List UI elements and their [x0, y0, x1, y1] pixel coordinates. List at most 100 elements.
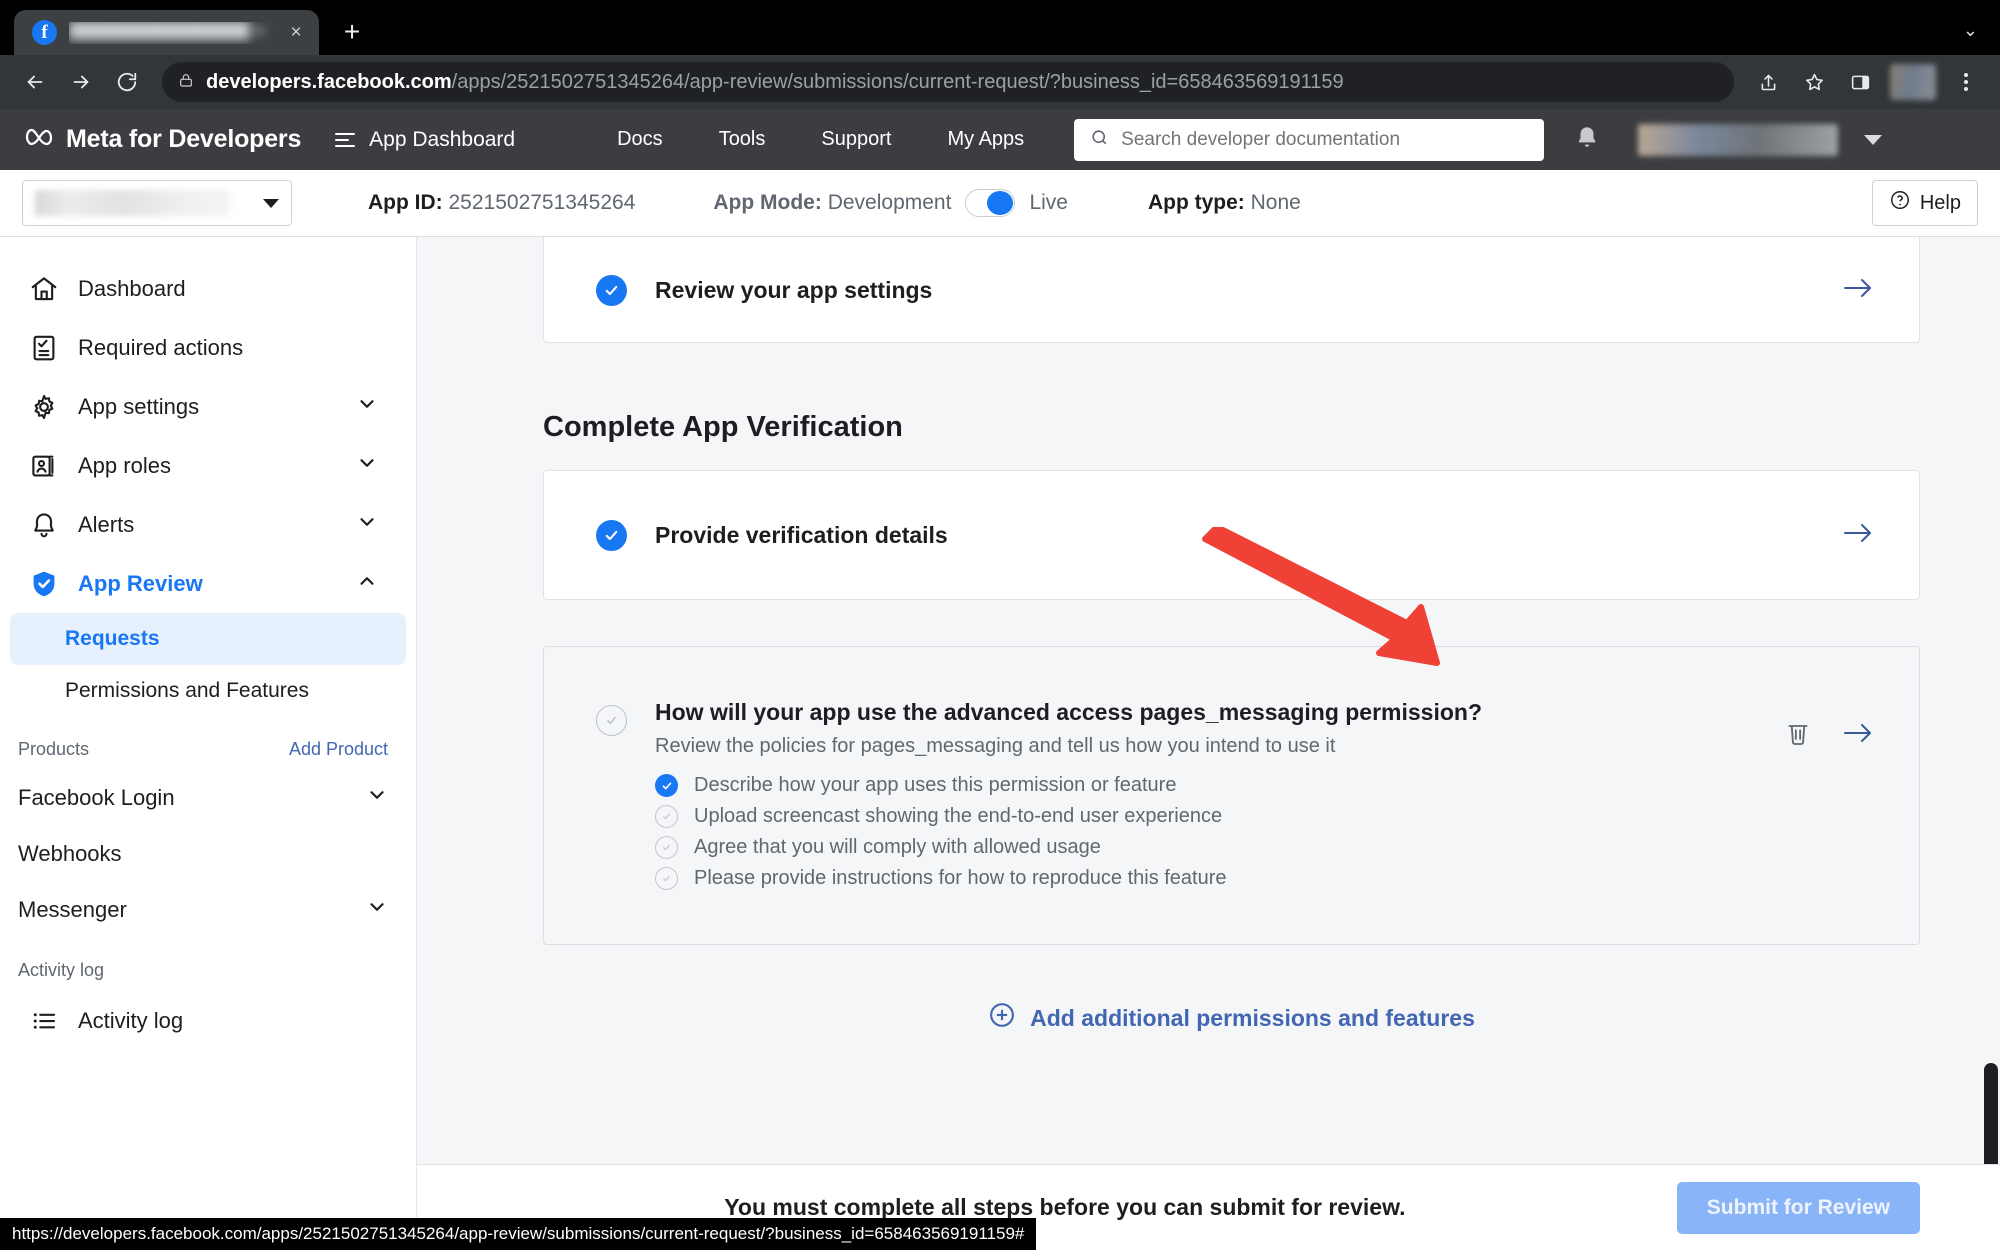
sidebar-product-webhooks[interactable]: Webhooks: [0, 826, 416, 882]
card-row[interactable]: Review your app settings: [544, 237, 1919, 342]
notifications-bell-icon[interactable]: [1574, 124, 1600, 155]
lock-icon: [178, 72, 194, 93]
card-row[interactable]: Provide verification details: [544, 471, 1919, 599]
address-bar[interactable]: developers.facebook.com/apps/25215027513…: [162, 62, 1734, 102]
app-id-label: App ID:: [368, 191, 443, 214]
meta-brand-text: Meta for Developers: [66, 125, 302, 153]
toolbar-actions: [1748, 62, 1986, 102]
sidebar-item-activity-log[interactable]: Activity log: [10, 991, 406, 1050]
chevron-down-icon[interactable]: [356, 393, 378, 421]
help-button[interactable]: Help: [1871, 180, 1978, 226]
account-chevron-down-icon[interactable]: [1864, 134, 1883, 145]
app-dashboard-menu[interactable]: App Dashboard: [335, 128, 515, 152]
sidebar-item-dashboard[interactable]: Dashboard: [10, 259, 406, 318]
chevron-down-icon[interactable]: [356, 452, 378, 480]
side-panel-icon[interactable]: [1840, 62, 1880, 102]
add-product-link[interactable]: Add Product: [289, 739, 388, 760]
sidebar-item-required-actions[interactable]: Required actions: [10, 318, 406, 377]
arrow-right-icon[interactable]: [1841, 520, 1875, 551]
trash-icon[interactable]: [1785, 719, 1811, 752]
sidebar-item-app-roles[interactable]: App roles: [10, 436, 406, 495]
app-selector-label: [35, 190, 230, 216]
permission-card-title: How will your app use the advanced acces…: [655, 699, 1483, 725]
arrow-right-icon[interactable]: [1841, 720, 1875, 751]
search-icon: [1090, 128, 1109, 152]
docs-search-box[interactable]: [1074, 118, 1545, 161]
checklist-icon: [28, 332, 60, 364]
search-input[interactable]: [1121, 128, 1529, 151]
arrow-right-icon[interactable]: [1841, 275, 1875, 306]
chevron-down-icon[interactable]: [366, 896, 388, 924]
submit-for-review-button[interactable]: Submit for Review: [1676, 1181, 1920, 1234]
product-label-webhooks: Webhooks: [18, 841, 122, 866]
sidebar-product-facebook-login[interactable]: Facebook Login: [0, 770, 416, 826]
sidebar-subitem-permissions-and-features[interactable]: Permissions and Features: [10, 665, 406, 717]
app-context-bar: App ID: 2521502751345264 App Mode: Devel…: [0, 170, 2000, 237]
provide-verification-details-title: Provide verification details: [655, 521, 948, 548]
bell-icon: [28, 509, 60, 541]
window-minimize-icon[interactable]: ⌄: [1963, 20, 1978, 41]
permission-step-label: Describe how your app uses this permissi…: [694, 774, 1177, 796]
close-tab-icon[interactable]: ×: [283, 20, 309, 46]
nav-docs[interactable]: Docs: [589, 128, 691, 151]
chevron-down-icon[interactable]: [366, 784, 388, 812]
add-additional-permissions-button[interactable]: Add additional permissions and features: [543, 1001, 1920, 1035]
app-type-label: App type:: [1147, 191, 1245, 214]
app-selector-dropdown[interactable]: [22, 180, 292, 226]
url-path: /apps/2521502751345264/app-review/submis…: [451, 70, 1344, 93]
bookmark-star-icon[interactable]: [1794, 62, 1834, 102]
review-app-settings-title: Review your app settings: [655, 276, 933, 303]
app-type-field: App type: None: [1148, 191, 1301, 215]
list-item[interactable]: Describe how your app uses this permissi…: [655, 774, 1875, 797]
footer-note: You must complete all steps before you c…: [724, 1194, 1406, 1220]
check-circle-filled-icon: [596, 519, 627, 551]
nav-tools[interactable]: Tools: [691, 128, 794, 151]
list-item[interactable]: Please provide instructions for how to r…: [655, 867, 1875, 890]
chevron-down-icon[interactable]: [356, 511, 378, 539]
meta-logo[interactable]: Meta for Developers: [22, 125, 301, 154]
new-tab-button[interactable]: +: [331, 11, 373, 53]
reload-button[interactable]: [106, 61, 148, 103]
help-label: Help: [1919, 191, 1961, 214]
app-mode-live-label: Live: [1029, 191, 1068, 214]
sidebar-item-alerts[interactable]: Alerts: [10, 495, 406, 554]
permission-steps-list: Describe how your app uses this permissi…: [655, 774, 1875, 890]
permission-request-card[interactable]: How will your app use the advanced acces…: [543, 646, 1920, 945]
check-circle-filled-icon: [596, 274, 627, 306]
user-account-chip[interactable]: [1638, 123, 1839, 156]
facebook-favicon-icon: f: [32, 20, 57, 45]
sidebar-item-app-review[interactable]: App Review: [10, 554, 406, 613]
forward-button[interactable]: [60, 61, 102, 103]
plus-circle-icon: [988, 1001, 1016, 1035]
sidebar-product-messenger[interactable]: Messenger: [0, 882, 416, 938]
app-mode-toggle[interactable]: [965, 189, 1016, 217]
gear-icon: [28, 391, 60, 423]
check-circle-outline-icon: [655, 805, 678, 828]
app-mode-value: Development: [827, 191, 952, 214]
sidebar-label-alerts: Alerts: [78, 511, 135, 537]
browser-tab[interactable]: f █████████████████ ie ×: [14, 10, 319, 55]
provide-verification-details-card[interactable]: Provide verification details: [543, 470, 1920, 600]
sidebar-subitem-requests[interactable]: Requests: [10, 613, 406, 665]
list-item[interactable]: Agree that you will comply with allowed …: [655, 836, 1875, 859]
permission-step-label: Please provide instructions for how to r…: [694, 867, 1227, 889]
chevron-up-icon[interactable]: [356, 570, 378, 598]
sidebar-item-app-settings[interactable]: App settings: [10, 377, 406, 436]
back-button[interactable]: [14, 61, 56, 103]
check-circle-filled-icon: [655, 774, 678, 797]
review-app-settings-card[interactable]: Review your app settings: [543, 237, 1920, 343]
page-scrollbar-track[interactable]: [1982, 237, 2000, 1250]
app-type-value: None: [1250, 191, 1301, 214]
left-sidebar: Dashboard Required actions App settings: [0, 237, 417, 1250]
chrome-menu-icon[interactable]: [1946, 62, 1986, 102]
nav-support[interactable]: Support: [793, 128, 919, 151]
app-mode-label: App Mode:: [713, 191, 822, 214]
list-item[interactable]: Upload screencast showing the end-to-end…: [655, 805, 1875, 828]
profile-avatar[interactable]: [1890, 64, 1936, 100]
nav-my-apps[interactable]: My Apps: [919, 128, 1052, 151]
url-host: developers.facebook.com: [206, 70, 452, 93]
app-id-field: App ID: 2521502751345264: [368, 191, 635, 215]
page-body: Dashboard Required actions App settings: [0, 237, 2000, 1250]
id-card-icon: [28, 450, 60, 482]
share-icon[interactable]: [1748, 62, 1788, 102]
